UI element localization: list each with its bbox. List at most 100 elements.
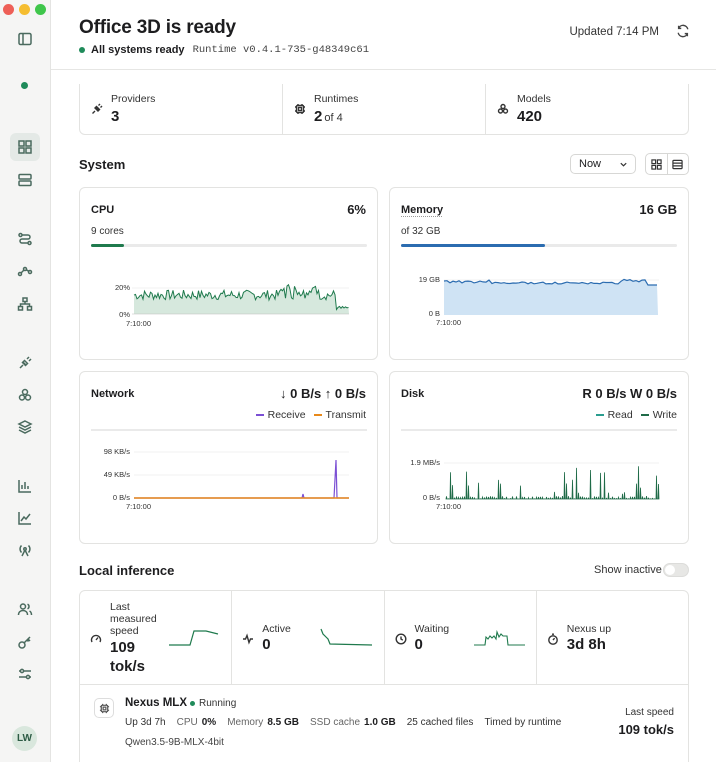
cubes-icon (497, 102, 509, 114)
legend-read: Read (595, 409, 633, 421)
divider (91, 429, 367, 431)
toggle-sidebar-icon[interactable] (10, 25, 40, 53)
network-tree-icon[interactable] (10, 290, 40, 318)
cubes-icon[interactable] (10, 381, 40, 409)
stat-waiting: Waiting 0 (385, 591, 537, 684)
stat-label: Nexus up (566, 623, 612, 635)
summary-value: 2 of 4 (314, 108, 343, 125)
waiting-sparkline (473, 629, 525, 646)
zoom-window-button[interactable] (35, 4, 46, 15)
chip-icon (94, 698, 114, 718)
system-section-title: System (79, 157, 126, 172)
memory-card: Memory 16 GB of 32 GB 19 GB 0 B 7:10:00 (389, 187, 689, 360)
stat-value: 0 (414, 636, 423, 653)
disk-y-tick: 1.9 MB/s (410, 458, 440, 467)
users-icon[interactable] (10, 595, 40, 623)
summary-models[interactable]: Models 420 (486, 84, 688, 134)
summary-label: Providers (111, 93, 156, 105)
routes-icon[interactable] (10, 225, 40, 253)
runtime-memory: Memory 8.5 GB (227, 717, 299, 728)
runtime-uptime: Up 3d 7h (125, 717, 166, 728)
network-y-tick: 49 KB/s (104, 470, 131, 479)
memory-usage-fill (401, 244, 545, 247)
memory-title[interactable]: Memory (401, 204, 443, 216)
plug-icon (91, 102, 103, 114)
time-range-value: Now (579, 158, 602, 170)
runtime-cached-files: 25 cached files (406, 717, 474, 728)
summary-runtimes[interactable]: Runtimes 2 of 4 (283, 84, 486, 134)
network-title: Network (91, 388, 135, 400)
legend-receive: Receive (255, 409, 306, 421)
clock-icon (394, 632, 407, 645)
cpu-chart: 20% 0% 7:10:00 (115, 283, 349, 328)
view-toggle (645, 153, 689, 175)
network-x-tick: 7:10:00 (126, 502, 151, 511)
page-header: Office 3D is ready All systems ready Run… (51, 0, 716, 70)
main-content: Office 3D is ready All systems ready Run… (51, 0, 716, 762)
servers-icon[interactable] (10, 166, 40, 194)
summary-value: 420 (517, 108, 543, 125)
user-avatar[interactable]: LW (12, 726, 37, 751)
close-window-button[interactable] (3, 4, 14, 15)
stat-value: 109 tok/s (110, 639, 146, 675)
runtime-timing: Timed by runtime (484, 717, 562, 728)
workflow-icon[interactable] (10, 257, 40, 285)
stat-value: 0 (262, 636, 271, 653)
summary-bar: Providers 3 Runtimes 2 of 4 Models 420 (79, 84, 689, 135)
line-chart-icon[interactable] (10, 504, 40, 532)
sidebar: LW (0, 0, 51, 762)
network-y-tick: 0 B/s (113, 493, 130, 502)
runtime-stats: Up 3d 7h CPU 0% Memory 8.5 GB SSD cache 1.0… (125, 717, 561, 728)
dashboard-icon[interactable] (10, 133, 40, 161)
key-icon[interactable] (10, 628, 40, 656)
pulse-icon (242, 632, 254, 645)
stopwatch-icon (547, 632, 559, 645)
settings-sliders-icon[interactable] (10, 660, 40, 688)
status-text: All systems ready (91, 44, 185, 56)
plug-icon[interactable] (10, 349, 40, 377)
disk-x-tick: 7:10:00 (436, 502, 461, 511)
layers-icon[interactable] (10, 413, 40, 441)
disk-legend: Read Write (595, 409, 677, 421)
divider (401, 429, 677, 431)
runtime-ssd-cache: SSD cache 1.0 GB (310, 717, 396, 728)
show-inactive-toggle[interactable] (663, 563, 689, 577)
last-speed-value: 109 tok/s (618, 722, 674, 737)
summary-value: 3 (111, 108, 120, 125)
disk-title: Disk (401, 388, 425, 400)
time-range-select[interactable]: Now (570, 154, 636, 174)
last-speed-label: Last speed (625, 707, 674, 718)
summary-label: Models (517, 93, 551, 105)
cpu-x-tick: 7:10:00 (126, 319, 151, 328)
summary-sub: of 4 (324, 112, 343, 124)
network-value: ↓ 0 B/s ↑ 0 B/s (280, 386, 366, 401)
memory-x-tick: 7:10:00 (436, 318, 461, 327)
memory-y-tick: 19 GB (419, 275, 440, 284)
network-legend: Receive Transmit (255, 409, 366, 421)
cpu-card: CPU 6% 9 cores 20% 0% 7:10:00 (79, 187, 378, 360)
stat-value: 3d 8h (566, 636, 606, 653)
runtime-model: Qwen3.5-9B-MLX-4bit (125, 737, 224, 748)
inference-stats: Last measured speed 109 tok/s Active 0 W… (79, 590, 689, 685)
antenna-icon[interactable] (10, 536, 40, 564)
speed-sparkline (169, 630, 219, 646)
runtime-row[interactable]: Nexus MLX Running Up 3d 7h CPU 0% Memory 8… (79, 685, 689, 762)
list-view-icon[interactable] (668, 154, 689, 174)
runtime-version: Runtime v0.4.1-735-g48349c61 (192, 44, 369, 56)
memory-value: 16 GB (639, 202, 677, 217)
memory-usage-bar (401, 244, 677, 247)
running-dot-icon (190, 701, 195, 706)
status-dot-icon (79, 47, 85, 53)
memory-total: of 32 GB (401, 226, 441, 237)
cpu-y-tick: 20% (115, 283, 130, 292)
refresh-icon[interactable] (676, 24, 692, 40)
stat-active: Active 0 (232, 591, 385, 684)
chip-icon (294, 102, 306, 114)
grid-view-icon[interactable] (646, 154, 668, 174)
minimize-window-button[interactable] (19, 4, 30, 15)
summary-providers[interactable]: Providers 3 (80, 84, 283, 134)
window-controls (3, 4, 46, 15)
cpu-y-tick: 0% (119, 310, 130, 319)
bar-chart-icon[interactable] (10, 472, 40, 500)
memory-y-tick: 0 B (429, 309, 440, 318)
